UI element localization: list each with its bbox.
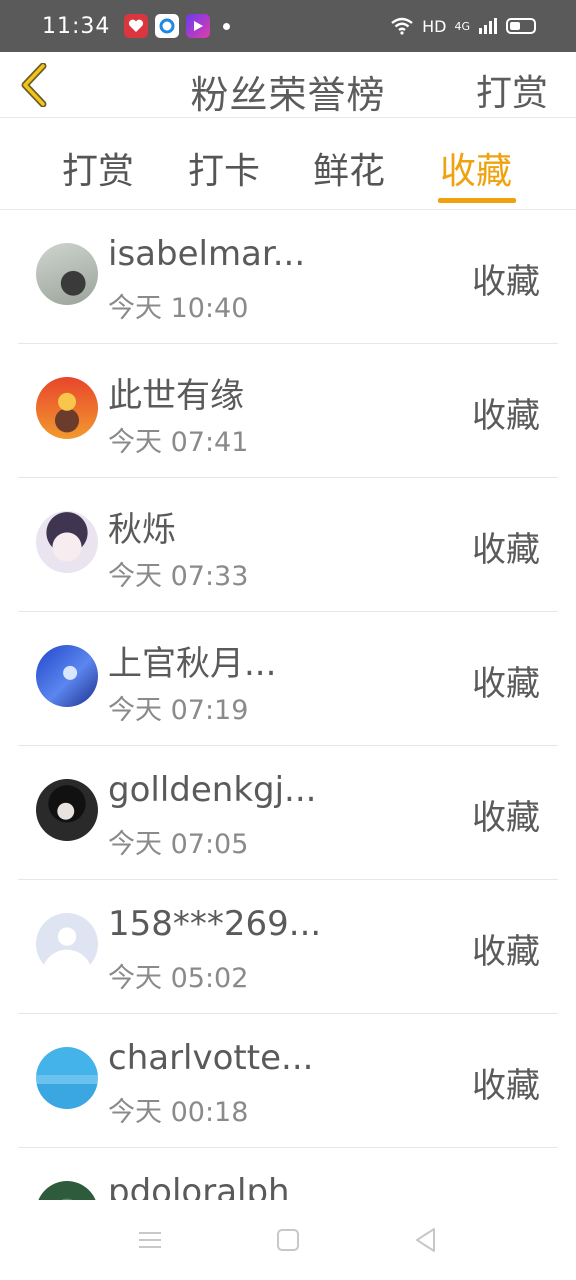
system-nav-bar	[0, 1200, 576, 1280]
action-label: 收藏	[472, 530, 540, 570]
action-label: 收藏	[472, 262, 540, 302]
status-bar: 11:34 HD 4G	[0, 0, 576, 52]
timestamp: 今天 07:41	[108, 427, 249, 458]
active-tab-indicator	[438, 198, 516, 203]
action-label: 收藏	[472, 932, 540, 972]
avatar[interactable]	[36, 377, 98, 439]
tab-bar: 打赏 打卡 鲜花 收藏	[0, 118, 576, 210]
fan-list: isabelmar... 今天 10:40 收藏 此世有缘 今天 07:41 收…	[0, 210, 576, 1200]
user-name: golldenkgj...	[108, 770, 317, 810]
list-item[interactable]: 此世有缘 今天 07:41 收藏	[18, 344, 558, 478]
action-label: 收藏	[472, 798, 540, 838]
battery-icon	[506, 18, 536, 34]
user-name: 158***269...	[108, 904, 322, 944]
wifi-icon	[391, 17, 413, 35]
list-item[interactable]: golldenkgj... 今天 07:05 收藏	[18, 746, 558, 880]
more-notifications-dot	[223, 22, 231, 30]
avatar[interactable]	[36, 779, 98, 841]
timestamp: 今天 07:05	[108, 829, 249, 860]
list-item[interactable]: 158***269... 今天 05:02 收藏	[18, 880, 558, 1014]
timestamp: 今天 07:33	[108, 561, 249, 592]
timestamp: 今天 10:40	[108, 293, 249, 324]
list-item[interactable]: 秋烁 今天 07:33 收藏	[18, 478, 558, 612]
action-label: 收藏	[472, 664, 540, 704]
signal-icon	[479, 18, 497, 34]
tab-favorites[interactable]: 收藏	[440, 142, 512, 194]
network-type: HD	[422, 16, 447, 36]
user-name: charlvotte...	[108, 1038, 314, 1078]
back-nav-button[interactable]	[412, 1226, 440, 1254]
heart-app-icon	[124, 14, 149, 38]
status-time: 11:34	[42, 13, 111, 39]
list-item[interactable]: pdoloralph	[18, 1148, 558, 1200]
menu-icon	[139, 1232, 161, 1248]
avatar[interactable]	[36, 1047, 98, 1109]
action-label: 收藏	[472, 396, 540, 436]
timestamp: 今天 05:02	[108, 963, 249, 994]
avatar[interactable]	[36, 645, 98, 707]
back-triangle-icon	[416, 1228, 435, 1252]
tab-flowers[interactable]: 鲜花	[313, 142, 385, 194]
user-name: isabelmar...	[108, 234, 306, 274]
user-name: pdoloralph	[108, 1172, 290, 1200]
browser-app-icon	[155, 14, 180, 38]
tab-tip[interactable]: 打赏	[62, 142, 134, 194]
avatar[interactable]	[36, 511, 98, 573]
video-app-icon	[186, 14, 211, 38]
list-item[interactable]: charlvotte... 今天 00:18 收藏	[18, 1014, 558, 1148]
list-item[interactable]: 上官秋月... 今天 07:19 收藏	[18, 612, 558, 746]
notification-icons	[124, 14, 231, 38]
timestamp: 今天 07:19	[108, 695, 249, 726]
user-name: 秋烁	[108, 510, 176, 550]
action-label: 收藏	[472, 1066, 540, 1106]
timestamp: 今天 00:18	[108, 1097, 249, 1128]
user-name: 此世有缘	[108, 376, 244, 416]
user-name: 上官秋月...	[108, 644, 277, 684]
home-button[interactable]	[274, 1226, 302, 1254]
tab-checkin[interactable]: 打卡	[188, 142, 260, 194]
menu-button[interactable]	[136, 1226, 164, 1254]
status-right: HD 4G	[390, 17, 536, 36]
home-square-icon	[277, 1229, 299, 1251]
title-bar: 粉丝荣誉榜 打赏	[0, 52, 576, 118]
signal-label: 4G	[454, 19, 470, 33]
list-item[interactable]: isabelmar... 今天 10:40 收藏	[18, 210, 558, 344]
avatar[interactable]	[36, 913, 98, 975]
avatar[interactable]	[36, 1181, 98, 1200]
avatar[interactable]	[36, 243, 98, 305]
tip-button[interactable]: 打赏	[476, 64, 548, 116]
